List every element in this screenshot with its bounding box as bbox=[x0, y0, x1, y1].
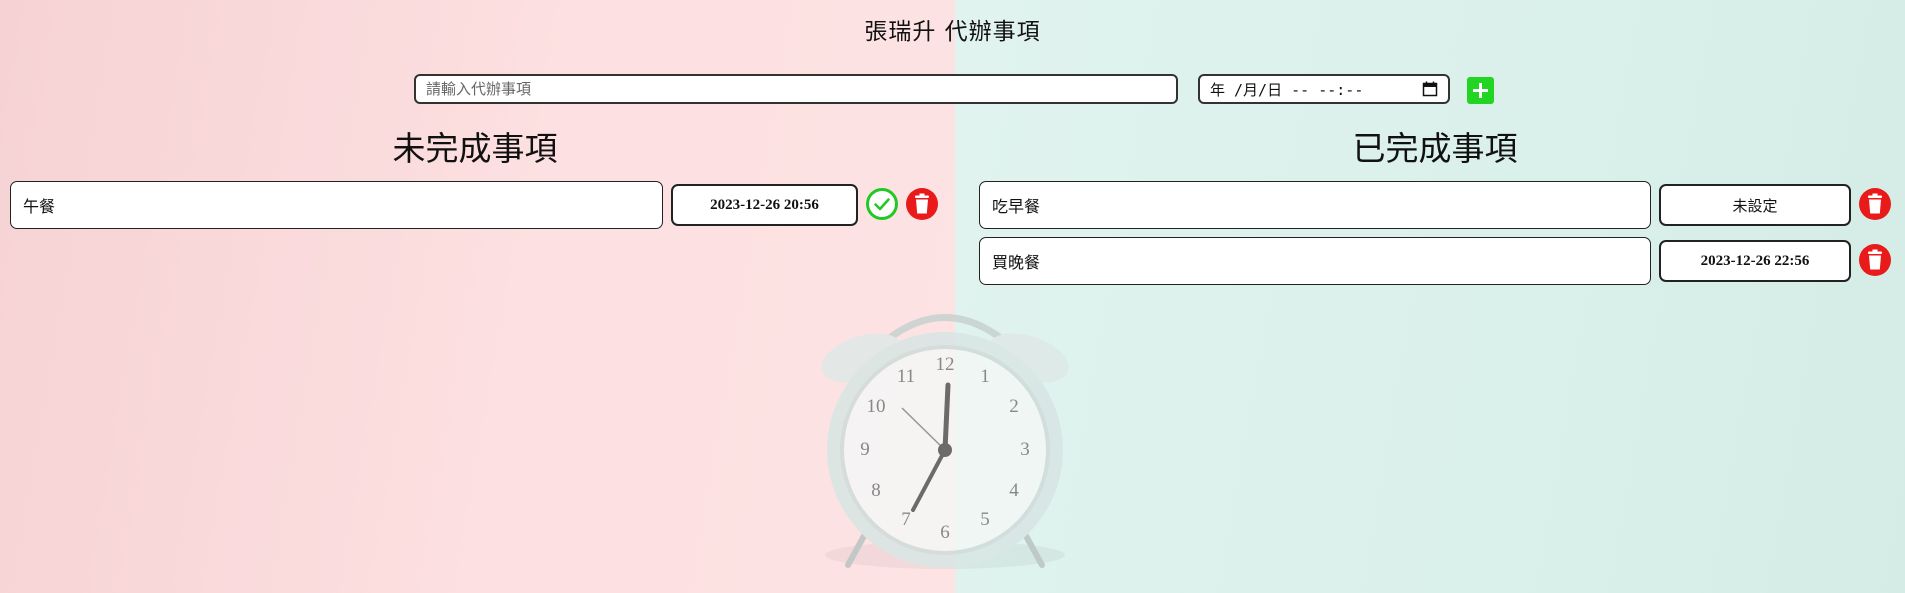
complete-check-icon[interactable] bbox=[865, 187, 899, 221]
delete-trash-icon[interactable] bbox=[905, 187, 939, 221]
completed-task-text: 吃早餐 bbox=[979, 181, 1651, 229]
page-title: 張瑞升 代辦事項 bbox=[864, 19, 1041, 45]
pending-task-text: 午餐 bbox=[10, 181, 663, 229]
svg-text:8: 8 bbox=[871, 480, 881, 501]
add-todo-button[interactable] bbox=[1467, 77, 1494, 104]
delete-trash-icon[interactable] bbox=[1858, 187, 1892, 221]
svg-text:3: 3 bbox=[1020, 439, 1030, 460]
svg-text:5: 5 bbox=[980, 509, 990, 530]
svg-text:11: 11 bbox=[897, 366, 915, 387]
completed-task-time: 未設定 bbox=[1659, 184, 1851, 226]
svg-text:6: 6 bbox=[940, 522, 950, 543]
completed-heading: 已完成事項 bbox=[1352, 129, 1518, 168]
svg-text:10: 10 bbox=[867, 396, 886, 417]
delete-trash-icon[interactable] bbox=[1858, 243, 1892, 277]
plus-icon bbox=[1473, 83, 1488, 98]
svg-text:9: 9 bbox=[860, 439, 870, 460]
pending-task-time: 2023-12-26 20:56 bbox=[671, 184, 858, 226]
pending-heading: 未完成事項 bbox=[392, 129, 558, 168]
completed-task-time: 2023-12-26 22:56 bbox=[1659, 240, 1851, 282]
svg-text:1: 1 bbox=[980, 366, 990, 387]
svg-text:7: 7 bbox=[901, 509, 911, 530]
calendar-icon[interactable] bbox=[1422, 81, 1438, 97]
svg-text:2: 2 bbox=[1009, 396, 1019, 417]
datetime-input-text: 年 /月/日 -- --:-- bbox=[1210, 80, 1364, 99]
datetime-input[interactable]: 年 /月/日 -- --:-- bbox=[1198, 74, 1450, 104]
todo-input[interactable] bbox=[414, 74, 1178, 104]
alarm-clock-image: 1212 345 678 91011 bbox=[821, 314, 1069, 569]
svg-text:4: 4 bbox=[1009, 480, 1019, 501]
svg-text:12: 12 bbox=[936, 354, 955, 375]
completed-task-text: 買晚餐 bbox=[979, 237, 1651, 285]
